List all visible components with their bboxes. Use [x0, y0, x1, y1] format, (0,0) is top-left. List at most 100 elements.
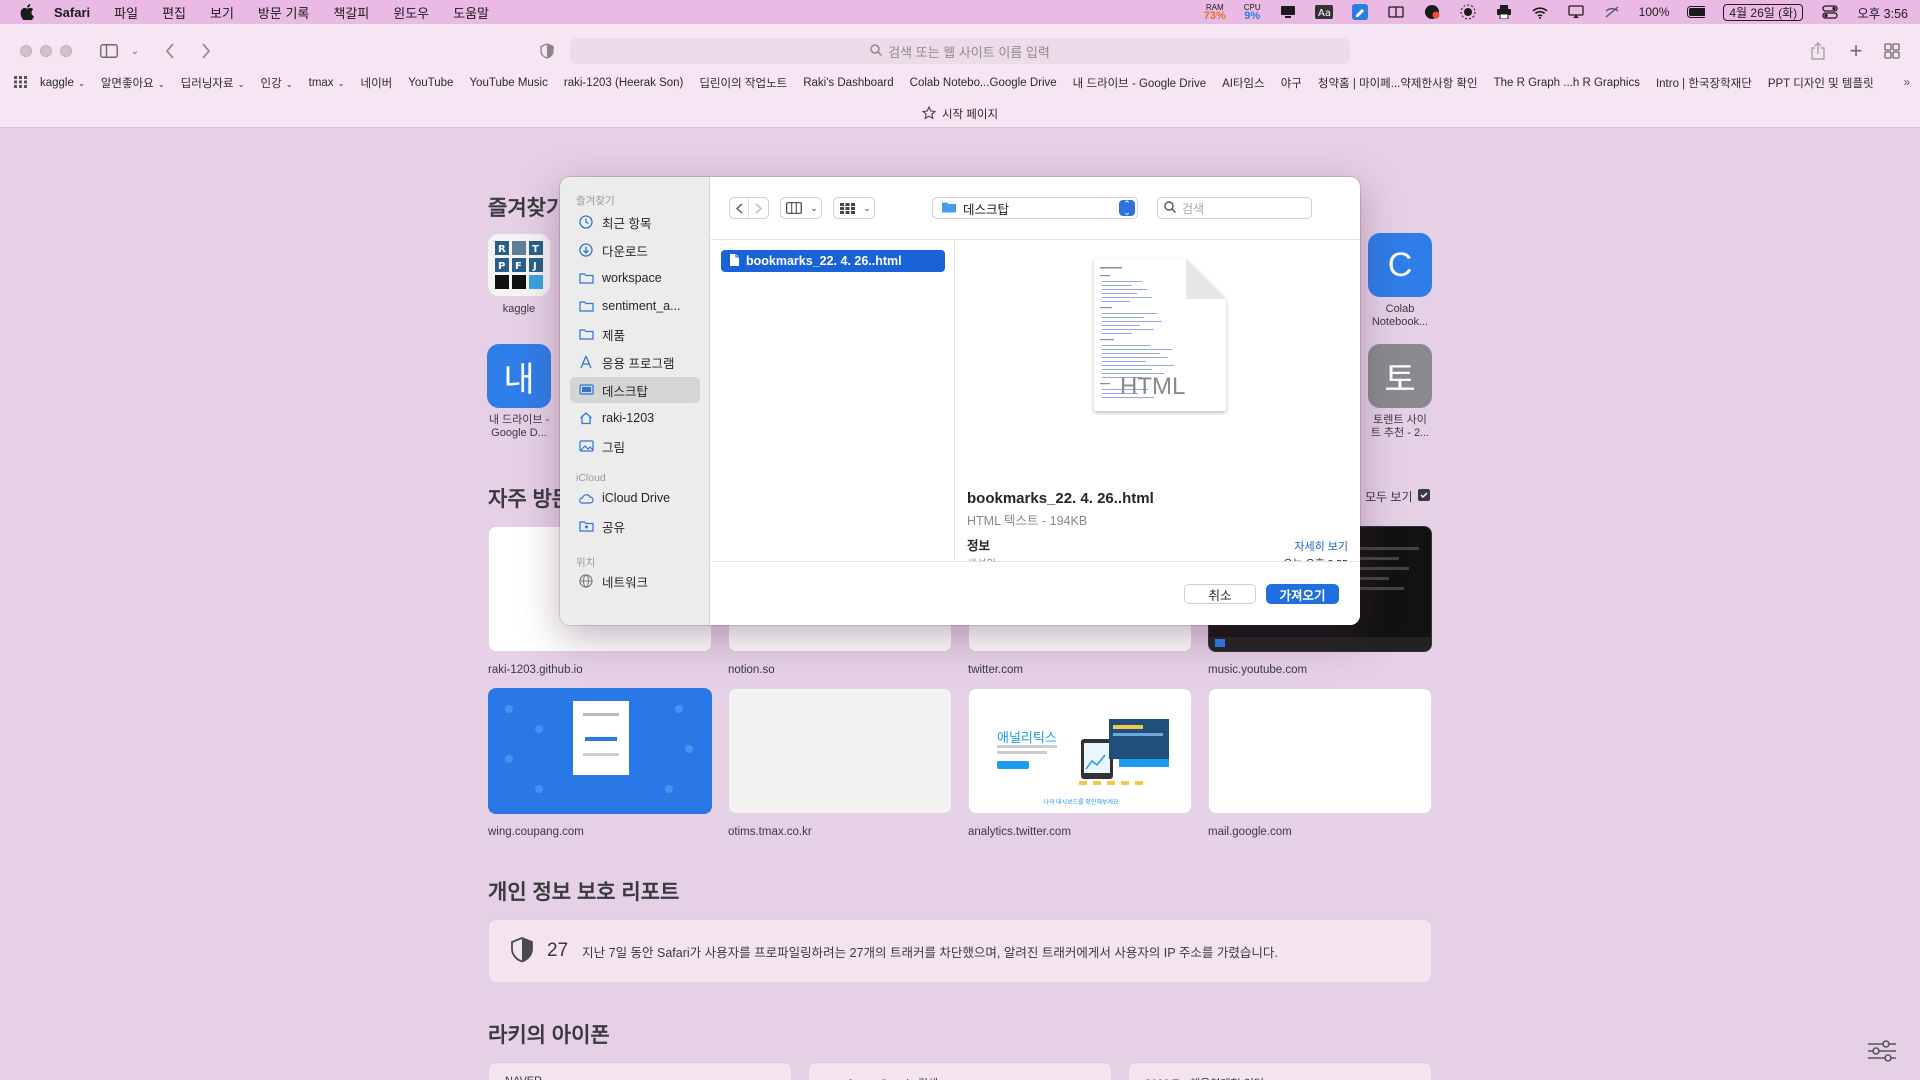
bookmark-link[interactable]: The R Graph ...h R Graphics: [1494, 77, 1640, 89]
bookmark-link[interactable]: Colab Notebo...Google Drive: [910, 77, 1057, 89]
frequent-site-card[interactable]: 애널리틱스 나의 대시보드를 확인해보세요: [968, 688, 1192, 814]
dialog-search-field[interactable]: 검색: [1157, 197, 1312, 219]
bookmark-link[interactable]: raki-1203 (Heerak Son): [564, 77, 684, 89]
sidebar-item-pictures[interactable]: 그림: [570, 433, 700, 459]
favorite-tile-torrent[interactable]: 토 토렌트 사이 트 추천 - 2...: [1368, 344, 1432, 440]
minimize-window-button[interactable]: [40, 45, 52, 57]
cancel-button[interactable]: 취소: [1184, 584, 1256, 604]
bookmark-link[interactable]: YouTube: [408, 77, 453, 89]
bookmark-folder[interactable]: kaggle ⌄: [40, 77, 85, 89]
bookmark-folder[interactable]: 인강 ⌄: [261, 75, 293, 91]
address-bar[interactable]: 검색 또는 웹 사이트 이름 입력: [570, 38, 1350, 64]
apps-grid-icon[interactable]: [14, 75, 28, 91]
clock[interactable]: 오후 3:56: [1857, 3, 1908, 22]
brightness-icon[interactable]: [1459, 4, 1477, 20]
menu-edit[interactable]: 편집: [162, 3, 186, 22]
bookmark-folder[interactable]: 딥러닝자료 ⌄: [181, 75, 245, 91]
privacy-shield-icon[interactable]: [538, 38, 556, 64]
control-center-icon[interactable]: [1821, 4, 1839, 20]
favorite-label: 내 드라이브 - Google D...: [488, 414, 550, 439]
bookmark-link[interactable]: PPT 디자인 및 템플릿: [1768, 75, 1874, 91]
cpu-indicator[interactable]: CPU 9%: [1244, 3, 1261, 22]
battery-icon[interactable]: [1687, 4, 1706, 20]
show-more-link[interactable]: 자세히 보기: [1294, 538, 1348, 554]
back-button[interactable]: [730, 198, 750, 218]
ram-value: 73%: [1203, 10, 1226, 22]
frequent-site-card[interactable]: [1208, 688, 1432, 814]
wifi-icon[interactable]: [1531, 4, 1549, 20]
bookmark-link[interactable]: 내 드라이브 - Google Drive: [1073, 75, 1206, 91]
device-tab-card[interactable]: ... ...tion ... Google 검색: [808, 1062, 1112, 1080]
bookmark-link[interactable]: 야구: [1281, 75, 1302, 91]
favorite-tile-kaggle[interactable]: R T P F J kaggle: [487, 233, 551, 316]
group-view-button[interactable]: ⌄: [833, 197, 875, 219]
preview-file-kind: HTML 텍스트 - 194KB: [967, 514, 1088, 528]
share-icon[interactable]: [1808, 38, 1828, 64]
sidebar-item-applications[interactable]: 응용 프로그램: [570, 349, 700, 375]
show-all-button[interactable]: 모두 보기: [1365, 488, 1430, 505]
bookmark-folder[interactable]: tmax ⌄: [309, 77, 345, 89]
location-popup[interactable]: 데스크탑 ⌃ ⌄: [932, 197, 1138, 219]
sidebar-item-workspace[interactable]: workspace: [570, 265, 700, 291]
forward-button[interactable]: [749, 198, 768, 218]
bookmarks-overflow-icon[interactable]: »: [1904, 77, 1910, 89]
ram-indicator[interactable]: RAM 73%: [1203, 3, 1226, 22]
sidebar-item-sentiment[interactable]: sentiment_a...: [570, 293, 700, 319]
date-indicator[interactable]: 4월 26일 (화): [1723, 3, 1804, 21]
display-icon[interactable]: [1279, 4, 1297, 20]
sidebar-item-products[interactable]: 제품: [570, 321, 700, 347]
bookmark-link[interactable]: YouTube Music: [469, 77, 547, 89]
tab-overview-icon[interactable]: [1882, 38, 1902, 64]
apple-icon[interactable]: [18, 3, 36, 21]
new-tab-button[interactable]: +: [1846, 38, 1866, 64]
notes-app-icon[interactable]: [1351, 4, 1369, 20]
tab-start-page[interactable]: 시작 페이지: [0, 100, 1920, 128]
sidebar-item-downloads[interactable]: 다운로드: [570, 237, 700, 263]
sidebar-toggle-icon[interactable]: [98, 38, 120, 64]
favorite-tile-colab[interactable]: C Colab Notebook...: [1368, 233, 1432, 329]
menu-window[interactable]: 윈도우: [393, 3, 429, 22]
sidebar-item-network[interactable]: 네트워크: [570, 568, 700, 594]
forward-button[interactable]: [196, 38, 216, 64]
bookmark-folder[interactable]: 알면좋아요 ⌄: [101, 75, 165, 91]
printer-icon[interactable]: [1495, 4, 1513, 20]
menu-history[interactable]: 방문 기록: [258, 3, 309, 22]
menu-app-safari[interactable]: Safari: [54, 5, 90, 20]
bookmark-link[interactable]: AI타임스: [1222, 75, 1265, 91]
popup-arrows-icon: ⌃ ⌄: [1119, 200, 1135, 217]
start-page-settings-icon[interactable]: [1868, 1040, 1896, 1064]
frequent-site-card[interactable]: [488, 688, 712, 814]
sidebar-item-icloud-drive[interactable]: iCloud Drive: [570, 485, 700, 511]
bookmark-link[interactable]: Raki's Dashboard: [803, 77, 893, 89]
screen-mirroring-icon[interactable]: [1567, 4, 1585, 20]
sidebar-item-shared[interactable]: 공유: [570, 513, 700, 539]
sidebar-item-desktop[interactable]: 데스크탑: [570, 377, 700, 403]
chevron-down-icon[interactable]: ⌄: [128, 38, 142, 64]
bookmark-link[interactable]: 청약홈 | 마이페...약제한사항 확인: [1318, 75, 1478, 91]
bookmark-link[interactable]: Intro | 한국장학재단: [1656, 75, 1752, 91]
notification-app-icon[interactable]: [1423, 4, 1441, 20]
back-button[interactable]: [160, 38, 180, 64]
close-window-button[interactable]: [20, 45, 32, 57]
import-button[interactable]: 가져오기: [1266, 584, 1339, 604]
window-manager-icon[interactable]: [1387, 4, 1405, 20]
sidebar-item-recents[interactable]: 최근 항목: [570, 209, 700, 235]
bookmark-link[interactable]: 딥린이의 작업노트: [699, 75, 787, 91]
no-signal-icon[interactable]: [1603, 4, 1621, 20]
zoom-window-button[interactable]: [60, 45, 72, 57]
device-tab-card[interactable]: 2022 T... 채용연계형 인턴...: [1128, 1062, 1432, 1080]
menu-bookmarks[interactable]: 책갈피: [333, 3, 369, 22]
bookmark-link[interactable]: 네이버: [360, 75, 392, 91]
privacy-report-card[interactable]: 27 지난 7일 동안 Safari가 사용자를 프로파일링하려는 27개의 트…: [488, 919, 1432, 983]
favorite-tile-google-drive[interactable]: 내 내 드라이브 - Google D...: [487, 344, 551, 440]
menu-file[interactable]: 파일: [114, 3, 138, 22]
dictionary-icon[interactable]: Aa: [1314, 4, 1333, 20]
menu-help[interactable]: 도움말: [453, 3, 489, 22]
battery-percent: 100%: [1638, 5, 1670, 19]
device-tab-card[interactable]: NAVER: [488, 1062, 792, 1080]
menu-view[interactable]: 보기: [210, 3, 234, 22]
column-view-button[interactable]: ⌄: [780, 197, 822, 219]
file-row-selected[interactable]: bookmarks_22. 4. 26..html: [721, 250, 945, 272]
sidebar-item-home[interactable]: raki-1203: [570, 405, 700, 431]
frequent-site-card[interactable]: [728, 688, 952, 814]
